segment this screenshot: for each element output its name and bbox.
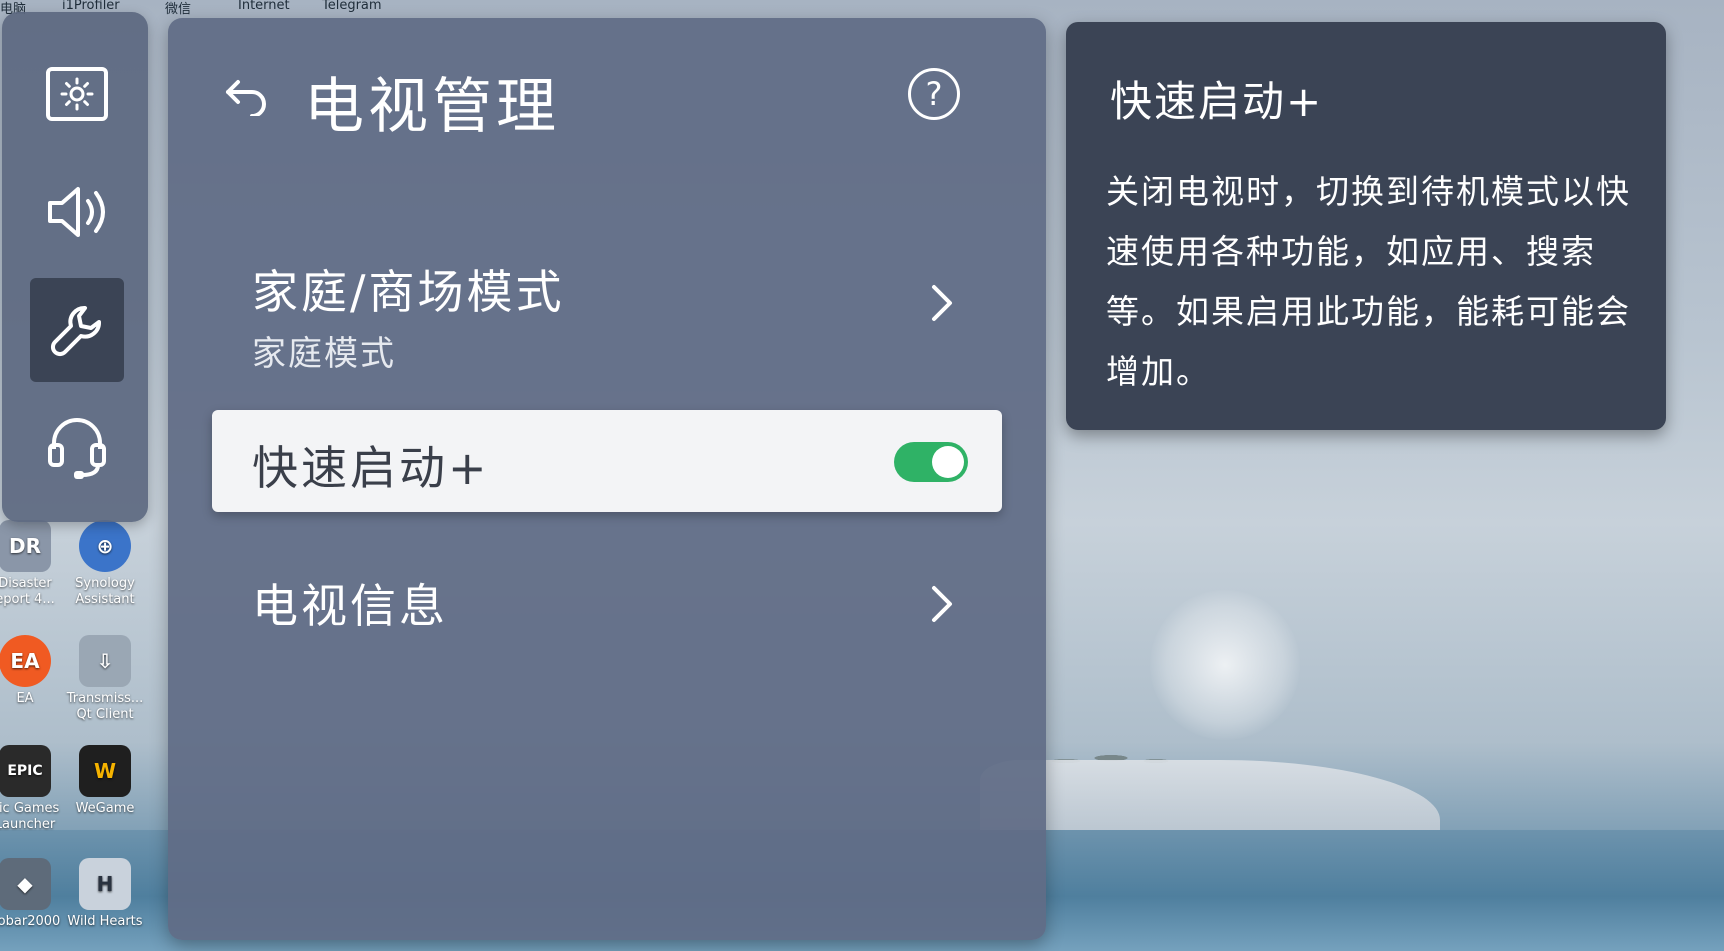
headset-icon	[48, 418, 106, 479]
back-arrow-icon	[226, 80, 266, 116]
menu-item-value: 家庭模式	[252, 334, 396, 374]
disaster-recovery-icon: DR	[0, 520, 51, 572]
description-title: 快速启动+	[1110, 77, 1324, 126]
chevron-right-icon	[922, 584, 962, 624]
wrench-icon	[50, 306, 101, 357]
page-title: 电视管理	[304, 72, 560, 142]
desktop-icon-label: Assistant	[75, 592, 135, 607]
desktop-icon[interactable]: H Wild Hearts	[50, 858, 160, 930]
settings-category-rail	[2, 12, 148, 522]
desktop-icon-label: Synology	[75, 576, 135, 591]
sun-glow	[1150, 590, 1300, 740]
menu-item-home-store-mode[interactable]: 家庭/商场模式 家庭模式	[212, 248, 1002, 378]
desktop-icon-label: WeGame	[75, 801, 135, 816]
desktop-icon-label: EA	[16, 691, 34, 706]
menu-item-tv-info[interactable]: 电视信息	[212, 558, 1002, 648]
epic-games-icon: EPIC	[0, 745, 51, 797]
desktop-icon[interactable]: W WeGame	[50, 745, 160, 817]
synology-assistant-icon: ⊕	[79, 520, 131, 572]
desktop-icon-label: Wild Hearts	[67, 914, 143, 929]
ea-icon: EA	[0, 635, 51, 687]
desktop-icon-label: Transmiss...	[66, 691, 144, 706]
rail-sound-button[interactable]	[30, 160, 124, 264]
description-body: 关闭电视时，切换到待机模式以快速使用各种功能，如应用、搜索等。如果启用此功能，能…	[1106, 172, 1631, 391]
help-icon: ?	[925, 75, 943, 113]
desktop-label[interactable]: Internet	[238, 0, 290, 13]
picture-icon	[46, 67, 108, 121]
quick-start-toggle[interactable]	[894, 442, 968, 482]
desktop-icon[interactable]: ⇩ Transmiss... Qt Client	[50, 635, 160, 723]
wegame-icon: W	[79, 745, 131, 797]
tv-management-panel: 电视管理 ? 家庭/商场模式 家庭模式 快速启动+ 电视信息	[168, 18, 1046, 940]
panel-header: 电视管理 ?	[168, 18, 1046, 178]
desktop-icon-label: Disaster	[0, 576, 52, 591]
back-button[interactable]	[218, 68, 274, 124]
snow-ridge	[980, 760, 1440, 840]
description-card: 快速启动+ 关闭电视时，切换到待机模式以快速使用各种功能，如应用、搜索等。如果启…	[1066, 22, 1666, 430]
desktop-label[interactable]: 微信	[165, 0, 191, 17]
desktop-icon[interactable]: ⊕ Synology Assistant	[50, 520, 160, 608]
desktop-label[interactable]: Telegram	[322, 0, 382, 13]
rail-picture-button[interactable]	[30, 42, 124, 146]
menu-item-label: 家庭/商场模式	[252, 265, 565, 319]
transmission-icon: ⇩	[79, 635, 131, 687]
speaker-icon	[48, 187, 105, 237]
rail-support-button[interactable]	[30, 396, 124, 500]
desktop-icon-label: Qt Client	[76, 707, 134, 722]
desktop-icon-label: Launcher	[0, 817, 56, 832]
foobar-icon: ◆	[0, 858, 51, 910]
menu-item-label: 电视信息	[252, 579, 448, 633]
wild-hearts-icon: H	[79, 858, 131, 910]
rail-general-button[interactable]	[30, 278, 124, 382]
chevron-right-icon	[922, 283, 962, 323]
menu-item-label: 快速启动+	[252, 441, 490, 495]
toggle-knob	[932, 446, 964, 478]
help-button[interactable]: ?	[908, 68, 960, 120]
menu-item-quick-start[interactable]: 快速启动+	[212, 410, 1002, 512]
